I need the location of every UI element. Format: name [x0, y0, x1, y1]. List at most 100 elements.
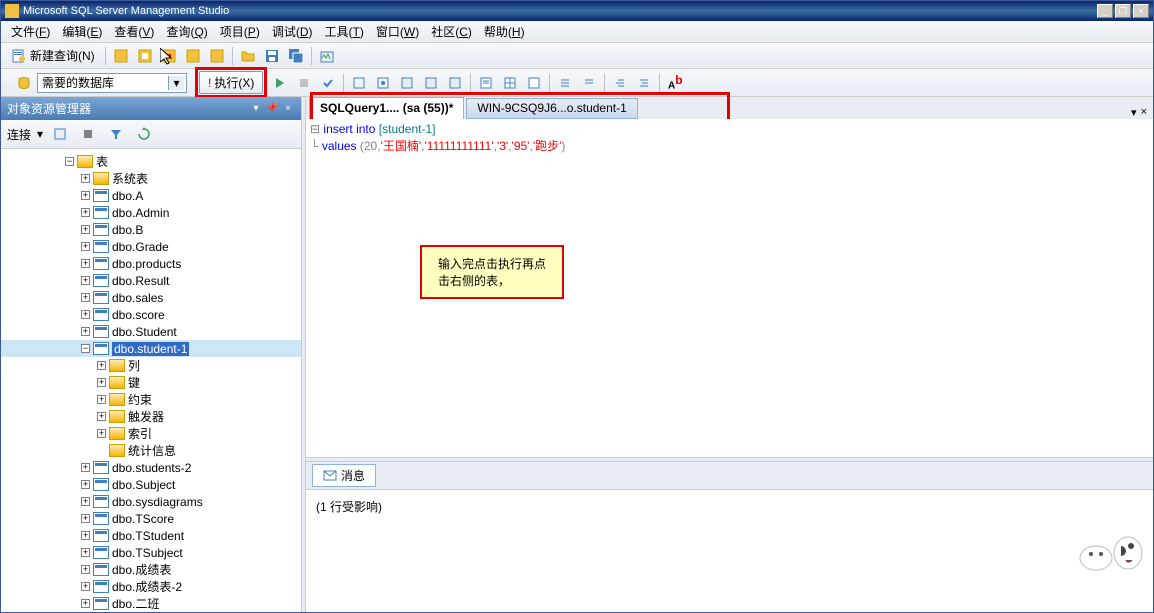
tree-table-item[interactable]: +dbo.TSubject — [1, 544, 301, 561]
messages-body[interactable]: (1 行受影响) — [306, 490, 1153, 612]
cancel-execute-button[interactable] — [293, 72, 315, 94]
intellisense-button[interactable] — [396, 72, 418, 94]
expand-icon[interactable]: + — [81, 599, 90, 608]
tree-system-tables-node[interactable]: +系统表 — [1, 170, 301, 187]
stop-button[interactable] — [77, 123, 99, 145]
tree-table-item[interactable]: +dbo.TStudent — [1, 527, 301, 544]
tree-tables-node[interactable]: −表 — [1, 153, 301, 170]
new-query-button[interactable]: 新建查询(N) — [5, 45, 101, 66]
expand-icon[interactable]: + — [81, 548, 90, 557]
include-client-stats-button[interactable] — [444, 72, 466, 94]
database-combo-input[interactable] — [38, 76, 168, 90]
tree-indexes-node[interactable]: +索引 — [1, 425, 301, 442]
decrease-indent-button[interactable] — [609, 72, 631, 94]
tree-table-item[interactable]: +dbo.products — [1, 255, 301, 272]
tree-table-item[interactable]: +dbo.A — [1, 187, 301, 204]
tab-close-button[interactable]: × — [1141, 106, 1147, 119]
menu-view[interactable]: 查看(V) — [108, 21, 160, 42]
menu-edit[interactable]: 编辑(E) — [56, 21, 108, 42]
expand-icon[interactable]: + — [81, 259, 90, 268]
menu-project[interactable]: 项目(P) — [214, 21, 266, 42]
parse-button[interactable] — [317, 72, 339, 94]
save-button[interactable] — [261, 45, 283, 67]
toolbar-analysis-query-button[interactable] — [134, 45, 156, 67]
panel-close-button[interactable]: × — [281, 102, 295, 116]
expand-icon[interactable]: + — [81, 208, 90, 217]
tree-table-item[interactable]: +dbo.sysdiagrams — [1, 493, 301, 510]
toolbar-db-engine-query-button[interactable] — [110, 45, 132, 67]
save-all-button[interactable] — [285, 45, 307, 67]
debug-button[interactable] — [269, 72, 291, 94]
menu-window[interactable]: 窗口(W) — [370, 21, 425, 42]
expand-icon[interactable]: + — [81, 497, 90, 506]
tab-dropdown-button[interactable]: ▾ — [1131, 106, 1137, 119]
expand-icon[interactable]: + — [81, 463, 90, 472]
restore-button[interactable]: ❐ — [1115, 4, 1131, 18]
display-estimated-plan-button[interactable] — [348, 72, 370, 94]
results-to-text-button[interactable] — [475, 72, 497, 94]
expand-icon[interactable]: + — [81, 480, 90, 489]
tree-triggers-node[interactable]: +触发器 — [1, 408, 301, 425]
database-combo-dropdown[interactable]: ▾ — [168, 76, 184, 90]
expand-icon[interactable]: + — [81, 276, 90, 285]
messages-tab[interactable]: 消息 — [312, 464, 376, 487]
expand-icon[interactable]: + — [81, 531, 90, 540]
tree-table-item[interactable]: +dbo.Admin — [1, 204, 301, 221]
comment-button[interactable] — [554, 72, 576, 94]
tree-table-item[interactable]: +dbo.成绩表 — [1, 561, 301, 578]
toolbar-xmla-query-button[interactable] — [206, 45, 228, 67]
expand-icon[interactable]: + — [81, 191, 90, 200]
expand-icon[interactable]: + — [97, 361, 106, 370]
increase-indent-button[interactable] — [633, 72, 655, 94]
database-combo[interactable]: ▾ — [37, 73, 187, 93]
toolbar-mdx-query-button[interactable] — [158, 45, 180, 67]
results-to-grid-button[interactable] — [499, 72, 521, 94]
tree-table-item[interactable]: +dbo.students-2 — [1, 459, 301, 476]
tree-table-item[interactable]: +dbo.TScore — [1, 510, 301, 527]
close-window-button[interactable]: × — [1133, 4, 1149, 18]
specify-template-values-button[interactable]: Ab — [664, 72, 686, 94]
activity-monitor-button[interactable] — [316, 45, 338, 67]
expand-icon[interactable]: + — [97, 378, 106, 387]
expand-icon[interactable]: + — [81, 174, 90, 183]
collapse-icon[interactable]: − — [65, 157, 74, 166]
uncomment-button[interactable] — [578, 72, 600, 94]
tree-table-item[interactable]: +dbo.sales — [1, 289, 301, 306]
object-tree[interactable]: −表 +系统表 +dbo.A +dbo.Admin +dbo.B +dbo.Gr… — [1, 149, 301, 612]
tree-table-item[interactable]: +dbo.B — [1, 221, 301, 238]
query-options-button[interactable] — [372, 72, 394, 94]
collapse-icon[interactable]: − — [81, 344, 90, 353]
open-file-button[interactable] — [237, 45, 259, 67]
tree-table-item[interactable]: +dbo.Grade — [1, 238, 301, 255]
expand-icon[interactable]: + — [81, 327, 90, 336]
tree-table-item[interactable]: +dbo.Subject — [1, 476, 301, 493]
refresh-button[interactable] — [133, 123, 155, 145]
include-actual-plan-button[interactable] — [420, 72, 442, 94]
expand-icon[interactable]: + — [97, 395, 106, 404]
toolbar-dmx-query-button[interactable] — [182, 45, 204, 67]
panel-dropdown-button[interactable]: ▾ — [249, 102, 263, 116]
panel-pin-button[interactable]: 📌 — [265, 102, 279, 116]
tree-constraints-node[interactable]: +约束 — [1, 391, 301, 408]
tree-statistics-node[interactable]: 统计信息 — [1, 442, 301, 459]
menu-community[interactable]: 社区(C) — [425, 21, 478, 42]
tree-keys-node[interactable]: +键 — [1, 374, 301, 391]
minimize-button[interactable]: _ — [1097, 4, 1113, 18]
expand-icon[interactable]: + — [81, 582, 90, 591]
menu-file[interactable]: 文件(F) — [5, 21, 56, 42]
expand-icon[interactable]: + — [97, 412, 106, 421]
disconnect-button[interactable] — [49, 123, 71, 145]
tree-table-item[interactable]: +dbo.score — [1, 306, 301, 323]
tree-table-item[interactable]: +dbo.Student — [1, 323, 301, 340]
menu-help[interactable]: 帮助(H) — [478, 21, 531, 42]
change-connection-button[interactable] — [13, 72, 35, 94]
tree-table-item[interactable]: +dbo.Result — [1, 272, 301, 289]
expand-icon[interactable]: + — [81, 310, 90, 319]
menu-query[interactable]: 查询(Q) — [160, 21, 213, 42]
results-to-file-button[interactable] — [523, 72, 545, 94]
expand-icon[interactable]: + — [81, 293, 90, 302]
expand-icon[interactable]: + — [81, 565, 90, 574]
filter-button[interactable] — [105, 123, 127, 145]
expand-icon[interactable]: + — [97, 429, 106, 438]
connect-dropdown[interactable]: ▾ — [37, 127, 43, 141]
